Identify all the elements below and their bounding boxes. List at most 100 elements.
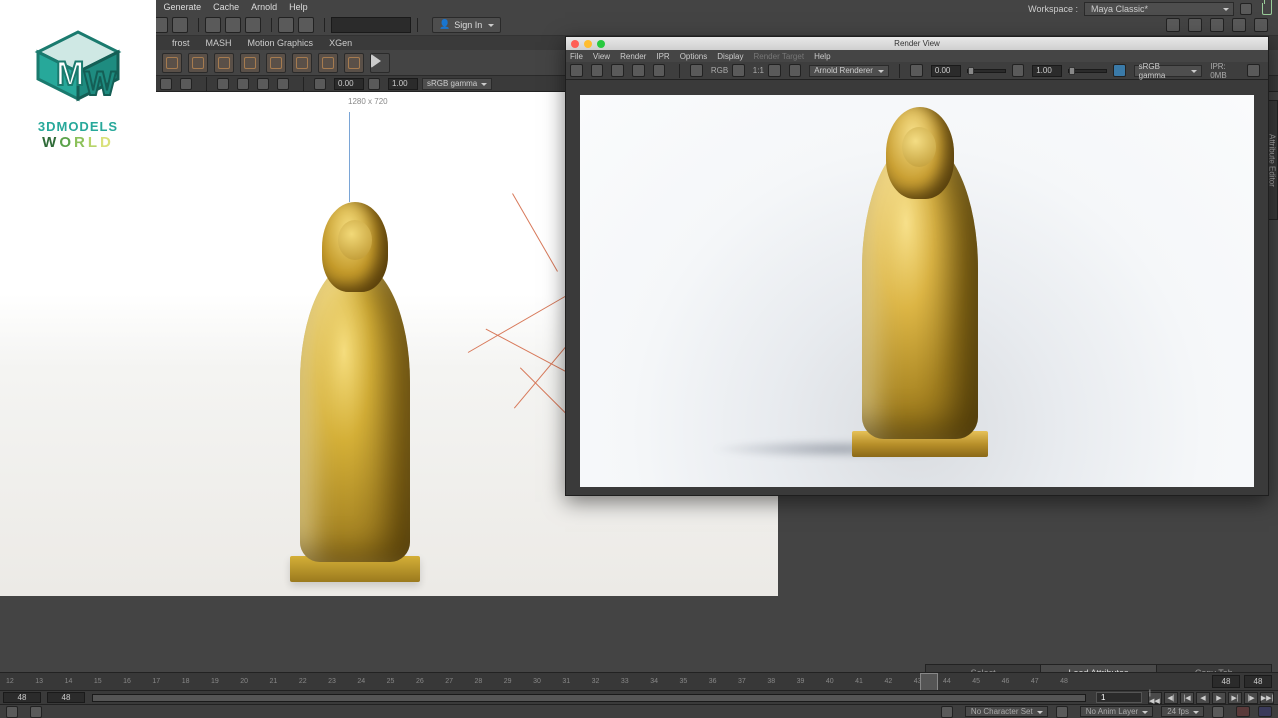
rv-remove-icon[interactable] [789, 64, 802, 77]
pause-icon[interactable] [298, 17, 314, 33]
time-slider[interactable]: 1213141516171819202122232425262728293031… [0, 672, 1278, 690]
colorspace-dropdown[interactable]: sRGB gamma [422, 78, 492, 90]
rv-keep-icon[interactable] [768, 64, 781, 77]
gamma-field[interactable]: 1.00 [388, 78, 418, 90]
rv-menu-item[interactable]: Render [620, 52, 646, 61]
shelf-tab[interactable]: MASH [206, 38, 232, 48]
rv-menu-item[interactable]: File [570, 52, 583, 61]
shelf-last-tool-icon[interactable] [370, 53, 390, 73]
workspace-dropdown[interactable]: Maya Classic* [1084, 2, 1234, 16]
shelf-tool-icon[interactable] [344, 53, 364, 73]
paint-icon[interactable] [172, 17, 188, 33]
vp-icon[interactable] [217, 78, 229, 90]
play-forward-button[interactable]: ▶ [1212, 692, 1226, 704]
vp-icon[interactable] [257, 78, 269, 90]
snap-grid-icon[interactable] [205, 17, 221, 33]
render-output[interactable] [580, 95, 1254, 487]
set-key-button[interactable] [1236, 706, 1250, 717]
sidebar-toggle-icon[interactable] [1240, 3, 1252, 15]
shelf-tool-icon[interactable] [292, 53, 312, 73]
signin-button[interactable]: 👤Sign In [432, 17, 501, 33]
rv-ipr-icon[interactable] [611, 64, 624, 77]
shelf-tab[interactable]: frost [172, 38, 190, 48]
rv-exposure-slider[interactable] [967, 69, 1006, 73]
character-set-dropdown[interactable]: No Character Set [965, 706, 1048, 717]
lock-icon[interactable] [1262, 3, 1272, 15]
rv-close-ipr-icon[interactable] [1247, 64, 1260, 77]
current-frame-field[interactable]: 1 [1096, 692, 1142, 703]
menu-item[interactable]: Cache [213, 2, 239, 12]
anim-layer-dropdown[interactable]: No Anim Layer [1080, 706, 1153, 717]
command-field[interactable] [331, 17, 411, 33]
layout-icon[interactable] [1166, 18, 1180, 32]
menu-item[interactable]: Arnold [251, 2, 277, 12]
rv-colormgmt-icon[interactable] [1113, 64, 1126, 77]
rv-display-icon[interactable] [690, 64, 703, 77]
range-start-inner-field[interactable]: 48 [47, 692, 85, 703]
mel-icon[interactable] [6, 706, 18, 718]
step-back-button[interactable]: |◀ [1180, 692, 1194, 704]
shelf-tool-icon[interactable] [240, 53, 260, 73]
prefs-button[interactable] [1258, 706, 1272, 717]
shelf-tab[interactable]: XGen [329, 38, 352, 48]
rv-menu-item[interactable]: Help [814, 52, 830, 61]
rv-colorspace-dropdown[interactable]: sRGB gamma [1134, 65, 1203, 77]
rv-gamma-field[interactable]: 1.00 [1032, 65, 1062, 77]
shelf-tool-icon[interactable] [162, 53, 182, 73]
script-icon[interactable] [30, 706, 42, 718]
go-start-button[interactable]: |◀◀ [1148, 692, 1162, 704]
shelf-tool-icon[interactable] [266, 53, 286, 73]
range-start-field[interactable]: 48 [3, 692, 41, 703]
time-end-field[interactable]: 48 [1244, 675, 1272, 688]
rv-render-icon[interactable] [570, 64, 583, 77]
shelf-tool-icon[interactable] [214, 53, 234, 73]
shelf-tool-icon[interactable] [188, 53, 208, 73]
step-back-key-button[interactable]: ◀| [1164, 692, 1178, 704]
autokey-icon[interactable] [1212, 706, 1224, 718]
step-forward-button[interactable]: ▶| [1228, 692, 1242, 704]
main-toolbar: 👤Sign In [0, 14, 1278, 36]
rv-refresh-icon[interactable] [632, 64, 645, 77]
play-back-button[interactable]: ◀ [1196, 692, 1210, 704]
time-end-field[interactable]: 48 [1212, 675, 1240, 688]
layout-icon[interactable] [1232, 18, 1246, 32]
render-view-window[interactable]: Render View File View Render IPR Options… [565, 36, 1269, 496]
vp-icon[interactable] [277, 78, 289, 90]
rv-menu-item-disabled: Render Target [754, 52, 805, 61]
menu-item[interactable]: Generate [164, 2, 202, 12]
charset-icon[interactable] [941, 706, 953, 718]
rv-menu-item[interactable]: Options [680, 52, 708, 61]
vp-icon[interactable] [237, 78, 249, 90]
vp-icon[interactable] [160, 78, 172, 90]
layout-icon[interactable] [1188, 18, 1202, 32]
rv-alpha-icon[interactable] [732, 64, 745, 77]
shelf-tool-icon[interactable] [318, 53, 338, 73]
play-icon[interactable] [278, 17, 294, 33]
statue-model[interactable] [280, 202, 430, 582]
layout-icon[interactable] [1254, 18, 1268, 32]
rv-settings-icon[interactable] [653, 64, 666, 77]
rv-gamma-slider[interactable] [1068, 69, 1107, 73]
rv-render-region-icon[interactable] [591, 64, 604, 77]
step-forward-key-button[interactable]: |▶ [1244, 692, 1258, 704]
shelf-tab[interactable]: Motion Graphics [248, 38, 314, 48]
rv-exposure-field[interactable]: 0.00 [931, 65, 961, 77]
rv-menu-item[interactable]: IPR [656, 52, 669, 61]
vp-icon[interactable] [180, 78, 192, 90]
exposure-field[interactable]: 0.00 [334, 78, 364, 90]
rv-rgb-label[interactable]: RGB [711, 66, 728, 75]
rv-renderer-dropdown[interactable]: Arnold Renderer [809, 65, 889, 77]
layout-icon[interactable] [1210, 18, 1224, 32]
fps-dropdown[interactable]: 24 fps [1161, 706, 1204, 717]
rv-menu-item[interactable]: View [593, 52, 610, 61]
range-track[interactable] [92, 694, 1086, 702]
go-end-button[interactable]: ▶▶| [1260, 692, 1274, 704]
animlayer-icon[interactable] [1056, 706, 1068, 718]
menu-item[interactable]: Help [289, 2, 308, 12]
render-view-titlebar[interactable]: Render View [566, 37, 1268, 50]
current-time-marker[interactable] [920, 673, 938, 691]
rv-menu-item[interactable]: Display [717, 52, 743, 61]
rv-ratio-label[interactable]: 1:1 [753, 66, 764, 75]
snap-curve-icon[interactable] [225, 17, 241, 33]
snap-point-icon[interactable] [245, 17, 261, 33]
